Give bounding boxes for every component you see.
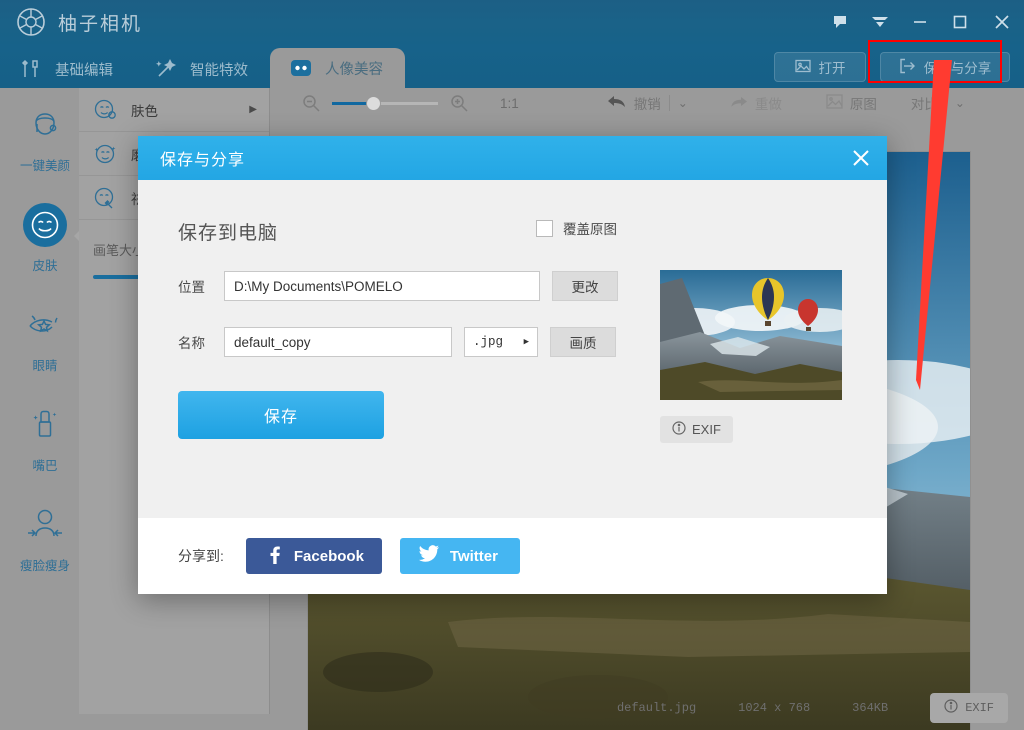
change-location-button[interactable]: 更改 (552, 271, 618, 301)
modal-overlay: 保存与分享 保存到电脑 覆盖原图 位置 D:\My Documents\POME… (0, 0, 1024, 730)
preview-thumbnail (660, 270, 842, 400)
facebook-icon (264, 544, 284, 568)
close-icon[interactable] (835, 136, 887, 180)
share-facebook-label: Facebook (294, 548, 364, 565)
share-to-label: 分享到: (178, 546, 224, 566)
location-label: 位置 (178, 276, 212, 296)
share-twitter-label: Twitter (450, 548, 498, 565)
chevron-right-icon: ▶ (524, 337, 529, 347)
info-icon (672, 421, 686, 438)
dialog-footer: 分享到: Facebook Twitter (138, 518, 887, 594)
dialog-header: 保存与分享 (138, 136, 887, 180)
share-twitter-button[interactable]: Twitter (400, 538, 520, 574)
save-button[interactable]: 保存 (178, 391, 384, 439)
overwrite-checkbox[interactable] (536, 220, 553, 237)
quality-button[interactable]: 画质 (550, 327, 616, 357)
app-window: 柚子相机 (0, 0, 1024, 730)
preview-exif-button[interactable]: EXIF (660, 416, 733, 443)
preview-pane: EXIF (660, 270, 850, 443)
filename-input[interactable]: default_copy (224, 327, 452, 357)
location-input[interactable]: D:\My Documents\POMELO (224, 271, 540, 301)
twitter-icon (418, 544, 440, 568)
dialog-title: 保存与分享 (160, 146, 245, 170)
file-extension-select[interactable]: .jpg ▶ (464, 327, 538, 357)
overwrite-label: 覆盖原图 (563, 218, 617, 238)
filename-label: 名称 (178, 332, 212, 352)
preview-exif-label: EXIF (692, 422, 721, 437)
section-title: 保存到电脑 (178, 218, 887, 245)
file-extension-value: .jpg (473, 335, 503, 349)
share-facebook-button[interactable]: Facebook (246, 538, 382, 574)
save-share-dialog: 保存与分享 保存到电脑 覆盖原图 位置 D:\My Documents\POME… (138, 136, 887, 594)
overwrite-original-checkbox-row[interactable]: 覆盖原图 (536, 218, 617, 238)
dialog-body: 保存到电脑 覆盖原图 位置 D:\My Documents\POMELO 更改 … (138, 180, 887, 518)
